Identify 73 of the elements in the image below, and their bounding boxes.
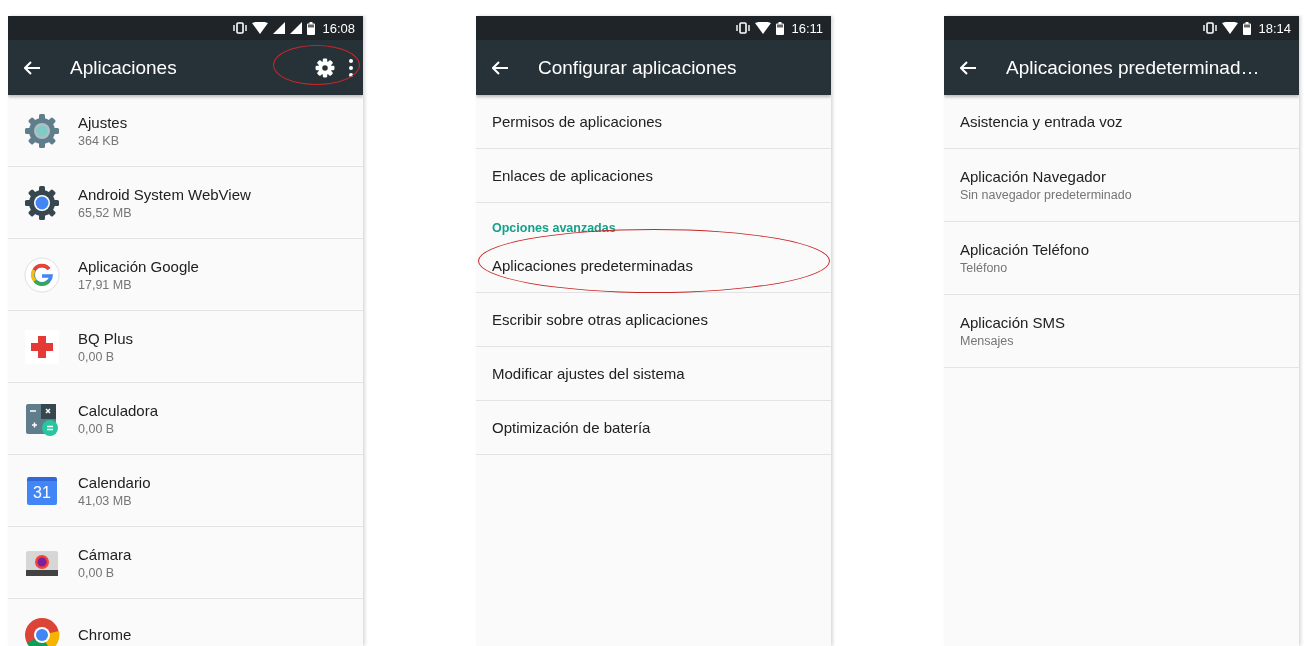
app-list-item[interactable]: Ajustes 364 KB xyxy=(8,95,363,167)
gear-icon xyxy=(24,184,60,221)
item-subtitle: 0,00 B xyxy=(78,349,116,364)
battery-icon xyxy=(776,21,785,35)
vibrate-icon xyxy=(233,22,248,34)
app-list-item[interactable]: Chrome xyxy=(8,599,363,646)
vibrate-icon xyxy=(736,22,751,34)
app-list-item[interactable]: Calculadora 0,00 B xyxy=(8,383,363,455)
item-title: Optimización de batería xyxy=(492,419,651,436)
clock-time: 16:08 xyxy=(322,20,355,36)
settings-list-item[interactable]: Aplicación SMS Mensajes xyxy=(944,295,1299,368)
item-subtitle: 364 KB xyxy=(78,133,120,148)
screen-title: Configurar aplicaciones xyxy=(538,56,738,79)
back-arrow-icon[interactable] xyxy=(24,60,40,75)
signal-icon xyxy=(273,22,286,34)
item-title: Cámara xyxy=(78,545,132,563)
item-title: Aplicaciones predeterminadas xyxy=(492,257,693,274)
gear-icon xyxy=(24,112,60,149)
app-list-item[interactable]: Android System WebView 65,52 MB xyxy=(8,167,363,239)
item-subtitle: 41,03 MB xyxy=(78,493,133,508)
screen-title: Aplicaciones predeterminad… xyxy=(1006,56,1261,79)
item-title: Escribir sobre otras aplicaciones xyxy=(492,311,708,328)
item-title: Android System WebView xyxy=(78,185,251,203)
wifi-icon xyxy=(1222,22,1239,34)
item-title: Aplicación SMS xyxy=(960,314,1066,331)
clock-time: 16:11 xyxy=(791,20,823,36)
calendar-icon: 31 xyxy=(27,476,57,505)
settings-list-item[interactable]: Permisos de aplicaciones xyxy=(476,95,831,149)
item-subtitle: Mensajes xyxy=(960,334,1015,348)
item-title: Enlaces de aplicaciones xyxy=(492,167,653,184)
google-g-icon xyxy=(24,256,60,293)
item-subtitle: 17,91 MB xyxy=(78,277,133,292)
settings-list-item[interactable]: Asistencia y entrada voz xyxy=(944,95,1299,149)
app-list-item[interactable]: BQ Plus 0,00 B xyxy=(8,311,363,383)
item-title: Calendario xyxy=(78,473,151,491)
item-title: Calculadora xyxy=(78,401,159,419)
clock-time: 18:14 xyxy=(1258,20,1291,36)
item-title: Asistencia y entrada voz xyxy=(960,113,1123,130)
settings-list-item[interactable]: Optimización de batería xyxy=(476,401,831,455)
app-list-item[interactable]: 31 Calendario 41,03 MB xyxy=(8,455,363,527)
item-subtitle: 0,00 B xyxy=(78,421,116,436)
item-title: Modificar ajustes del sistema xyxy=(492,365,685,382)
settings-list-item[interactable]: Enlaces de aplicaciones xyxy=(476,149,831,203)
settings-list-item[interactable]: Aplicación Navegador Sin navegador predeterminado xyxy=(944,149,1299,222)
settings-icon xyxy=(315,57,335,78)
app-list-item[interactable]: Aplicación Google 17,91 MB xyxy=(8,239,363,311)
settings-list-item[interactable]: Escribir sobre otras aplicaciones xyxy=(476,293,831,347)
signal-icon xyxy=(290,22,303,34)
item-subtitle: 65,52 MB xyxy=(78,205,133,220)
back-arrow-icon[interactable] xyxy=(960,60,976,75)
item-title: Aplicación Navegador xyxy=(960,168,1107,185)
screen-title: Aplicaciones xyxy=(70,56,178,79)
item-subtitle: Sin navegador predeterminado xyxy=(960,188,1132,202)
app-list-item[interactable]: Cámara 0,00 B xyxy=(8,527,363,599)
item-title: BQ Plus xyxy=(78,329,134,347)
settings-list-item[interactable]: Modificar ajustes del sistema xyxy=(476,347,831,401)
item-title: Aplicación Teléfono xyxy=(960,241,1089,258)
settings-list-item[interactable]: Aplicación Teléfono Teléfono xyxy=(944,222,1299,295)
battery-icon xyxy=(307,21,316,35)
section-header: Opciones avanzadas xyxy=(491,220,617,237)
wifi-icon xyxy=(755,22,772,34)
more-options-icon xyxy=(349,58,353,77)
back-arrow-icon[interactable] xyxy=(492,60,508,75)
wifi-icon xyxy=(252,22,269,34)
item-title: Aplicación Google xyxy=(78,257,199,275)
settings-list-item[interactable]: Aplicaciones predeterminadas xyxy=(476,239,831,293)
item-subtitle: 0,00 B xyxy=(78,565,116,580)
battery-icon xyxy=(1243,21,1252,35)
item-subtitle: Teléfono xyxy=(960,261,1009,275)
item-title: Chrome xyxy=(78,626,132,643)
vibrate-icon xyxy=(1203,22,1218,34)
item-title: Permisos de aplicaciones xyxy=(492,113,663,130)
item-title: Ajustes xyxy=(78,113,128,131)
